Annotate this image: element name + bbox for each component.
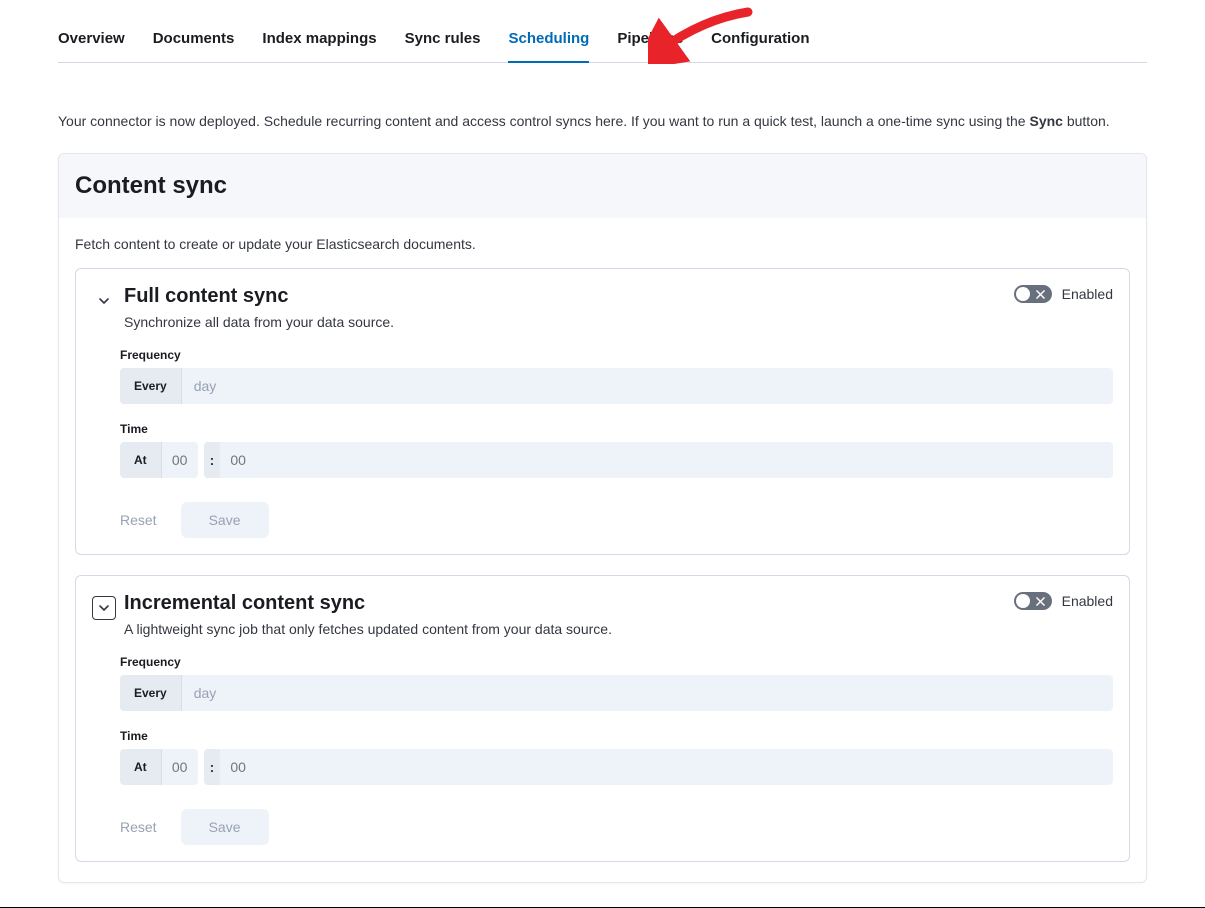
full-time-minutes-input[interactable]: [220, 442, 1113, 478]
tab-bar: Overview Documents Index mappings Sync r…: [58, 30, 1147, 63]
incremental-content-sync-card: Incremental content sync A lightweight s…: [75, 575, 1130, 862]
tab-scheduling[interactable]: Scheduling: [508, 30, 589, 63]
incremental-time-prefix: At: [120, 749, 162, 785]
intro-suffix: button.: [1063, 113, 1110, 129]
incremental-sync-toggle-label: Enabled: [1062, 593, 1113, 609]
incremental-time-label: Time: [120, 729, 1113, 743]
close-icon: [1034, 287, 1048, 301]
incremental-time-hours-box: At: [120, 749, 198, 785]
incremental-frequency-prefix: Every: [120, 675, 182, 711]
full-time-hours-box: At: [120, 442, 198, 478]
panel-description: Fetch content to create or update your E…: [59, 218, 1146, 268]
full-frequency-select[interactable]: Every day: [120, 368, 1113, 404]
intro-text: Your connector is now deployed. Schedule…: [58, 113, 1147, 129]
full-sync-toggle[interactable]: [1014, 285, 1052, 303]
collapse-toggle-incremental[interactable]: [92, 596, 116, 620]
full-sync-subtitle: Synchronize all data from your data sour…: [124, 314, 394, 330]
full-frequency-value[interactable]: day: [182, 368, 1113, 404]
incremental-frequency-select[interactable]: Every day: [120, 675, 1113, 711]
intro-bold: Sync: [1029, 113, 1062, 129]
tab-sync-rules[interactable]: Sync rules: [405, 30, 481, 63]
full-reset-button[interactable]: Reset: [120, 512, 157, 528]
tab-configuration[interactable]: Configuration: [711, 30, 809, 63]
incremental-time-minutes-input[interactable]: [220, 749, 1113, 785]
incremental-reset-button[interactable]: Reset: [120, 819, 157, 835]
tab-documents[interactable]: Documents: [153, 30, 235, 63]
incremental-sync-subtitle: A lightweight sync job that only fetches…: [124, 621, 612, 637]
full-frequency-label: Frequency: [120, 348, 1113, 362]
incremental-time-minutes-box: :: [204, 749, 1113, 785]
full-frequency-prefix: Every: [120, 368, 182, 404]
incremental-save-button[interactable]: Save: [181, 809, 269, 845]
colon-separator: :: [204, 442, 221, 478]
full-content-sync-card: Full content sync Synchronize all data f…: [75, 268, 1130, 555]
tab-pipelines[interactable]: Pipelines: [617, 30, 683, 63]
colon-separator: :: [204, 749, 221, 785]
full-time-prefix: At: [120, 442, 162, 478]
collapse-toggle-full[interactable]: [92, 289, 116, 313]
full-sync-toggle-label: Enabled: [1062, 286, 1113, 302]
full-sync-title: Full content sync: [124, 285, 394, 308]
incremental-sync-title: Incremental content sync: [124, 592, 612, 615]
tab-overview[interactable]: Overview: [58, 30, 125, 63]
incremental-frequency-label: Frequency: [120, 655, 1113, 669]
tab-index-mappings[interactable]: Index mappings: [262, 30, 376, 63]
full-save-button[interactable]: Save: [181, 502, 269, 538]
intro-prefix: Your connector is now deployed. Schedule…: [58, 113, 1029, 129]
chevron-down-icon: [98, 602, 110, 614]
incremental-frequency-value[interactable]: day: [182, 675, 1113, 711]
full-time-label: Time: [120, 422, 1113, 436]
full-time-hours-input[interactable]: [162, 442, 198, 478]
chevron-down-icon: [98, 295, 110, 307]
panel-title: Content sync: [75, 172, 1130, 200]
incremental-time-hours-input[interactable]: [162, 749, 198, 785]
full-time-minutes-box: :: [204, 442, 1113, 478]
content-sync-panel: Content sync Fetch content to create or …: [58, 153, 1147, 883]
close-icon: [1034, 594, 1048, 608]
incremental-sync-toggle[interactable]: [1014, 592, 1052, 610]
